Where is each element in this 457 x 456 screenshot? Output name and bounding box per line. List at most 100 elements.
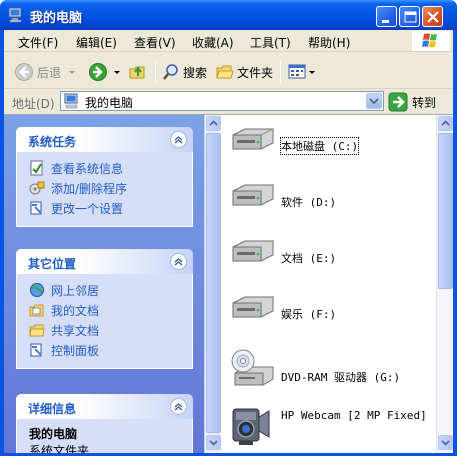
- windows-logo: [412, 31, 450, 51]
- double-chevron-up-icon: [174, 136, 183, 144]
- folder-icon: [216, 65, 234, 79]
- link-label: 我的文档: [51, 303, 100, 318]
- my-documents-link[interactable]: 我的文档: [17, 300, 192, 320]
- up-folder-button[interactable]: [128, 62, 148, 82]
- scroll-down-button[interactable]: [206, 435, 221, 450]
- scroll-down-button[interactable]: [438, 435, 453, 450]
- link-label: 查看系统信息: [51, 161, 124, 176]
- address-dropdown-button[interactable]: [366, 93, 382, 109]
- file-name: 本地磁盘 (C:): [279, 137, 360, 155]
- link-label: 控制面板: [51, 343, 100, 358]
- network-places-link[interactable]: 网上邻居: [17, 280, 192, 300]
- go-label: 转到: [412, 95, 437, 110]
- menu-tools[interactable]: 工具(T): [250, 34, 291, 51]
- file-name: 文档 (E:): [281, 252, 337, 265]
- double-chevron-up-icon: [174, 258, 183, 266]
- view-system-info-link[interactable]: 查看系统信息: [17, 158, 192, 178]
- forward-arrow-icon: [89, 63, 107, 81]
- chevron-down-icon: [114, 71, 120, 74]
- link-label: 网上邻居: [51, 283, 100, 298]
- drive-item[interactable]: DVD-RAM 驱动器 (G:): [229, 347, 436, 393]
- chevron-down-icon: [369, 98, 379, 105]
- menu-file[interactable]: 文件(F): [18, 34, 58, 51]
- drive-item[interactable]: 本地磁盘 (C:): [229, 125, 436, 165]
- scroll-up-button[interactable]: [206, 116, 221, 131]
- system-tasks-body: 查看系统信息 添加/删除程序 更改一个设置: [16, 152, 193, 227]
- double-chevron-up-icon: [174, 403, 183, 411]
- minimize-button[interactable]: [376, 6, 397, 27]
- menu-edit[interactable]: 编辑(E): [76, 34, 117, 51]
- link-label: 添加/删除程序: [51, 181, 128, 196]
- menu-favorites[interactable]: 收藏(A): [192, 34, 234, 51]
- chevron-up-icon: [209, 120, 218, 126]
- other-places-header[interactable]: 其它位置: [16, 249, 193, 274]
- address-value: 我的电脑: [85, 96, 134, 110]
- file-list: 本地磁盘 (C:) 软件 (D:) 文档 (E:) 娱乐 (F:) DVD-RA…: [221, 115, 436, 453]
- close-button[interactable]: [422, 6, 443, 27]
- search-button[interactable]: 搜索: [162, 62, 207, 82]
- change-setting-link[interactable]: 更改一个设置: [17, 198, 192, 218]
- add-remove-programs-link[interactable]: 添加/删除程序: [17, 178, 192, 198]
- scroll-thumb[interactable]: [438, 133, 453, 289]
- collapse-button[interactable]: [170, 131, 187, 148]
- task-pane-scrollbar[interactable]: [204, 115, 221, 453]
- group-title: 系统任务: [28, 135, 77, 149]
- menu-help[interactable]: 帮助(H): [308, 34, 350, 51]
- details-header[interactable]: 详细信息: [16, 394, 193, 419]
- views-button[interactable]: [288, 62, 316, 82]
- back-label: 后退: [37, 65, 62, 80]
- hard-drive-icon: [232, 184, 274, 206]
- other-places-group: 其它位置 网上邻居 我的文档 共享文档 控制面板: [16, 249, 193, 369]
- close-icon: [427, 11, 439, 23]
- task-pane: 系统任务 查看系统信息 添加/删除程序 更改一个设置 其它位置 网上邻居 我的文…: [4, 115, 204, 453]
- window: 我的电脑 文件(F) 编辑(E) 查看(V) 收藏(A) 工具(T) 帮助(H): [0, 0, 457, 456]
- scroll-thumb[interactable]: [206, 133, 221, 433]
- collapse-button[interactable]: [170, 253, 187, 270]
- other-places-body: 网上邻居 我的文档 共享文档 控制面板: [16, 274, 193, 369]
- hard-drive-icon: [232, 296, 274, 318]
- group-title: 其它位置: [28, 257, 77, 271]
- go-arrow-icon: [388, 92, 408, 112]
- address-input[interactable]: 我的电脑: [60, 91, 384, 111]
- maximize-button[interactable]: [399, 6, 420, 27]
- system-info-icon: [30, 160, 43, 176]
- drive-item[interactable]: 软件 (D:): [229, 181, 436, 221]
- drive-item[interactable]: 娱乐 (F:): [229, 293, 436, 333]
- control-panel-link[interactable]: 控制面板: [17, 340, 192, 360]
- details-type: 系统文件夹: [29, 444, 90, 453]
- go-button[interactable]: 转到: [388, 92, 436, 112]
- forward-button[interactable]: [88, 62, 122, 82]
- camera-item[interactable]: HP Webcam [2 MP Fixed]: [229, 403, 436, 449]
- network-globe-icon: [30, 283, 44, 297]
- title-bar[interactable]: 我的电脑: [0, 0, 457, 30]
- toolbar: 后退 搜索 文件夹: [4, 53, 453, 89]
- shared-documents-link[interactable]: 共享文档: [17, 320, 192, 340]
- file-list-scrollbar[interactable]: [436, 115, 453, 453]
- my-computer-icon: [64, 93, 78, 109]
- file-name: 软件 (D:): [281, 196, 337, 209]
- menu-view[interactable]: 查看(V): [134, 34, 176, 51]
- link-label: 共享文档: [51, 323, 100, 338]
- webcam-icon: [232, 408, 270, 445]
- group-title: 详细信息: [28, 402, 77, 416]
- search-label: 搜索: [183, 65, 208, 80]
- back-arrow-icon: [15, 63, 33, 81]
- windows-flag-icon: [422, 33, 437, 48]
- file-name: 娱乐 (F:): [281, 308, 337, 321]
- control-panel-icon: [30, 201, 42, 215]
- documents-folder-icon: [29, 304, 44, 317]
- file-name: DVD-RAM 驱动器 (G:): [281, 371, 401, 384]
- folders-button[interactable]: 文件夹: [216, 62, 273, 82]
- hard-drive-icon: [232, 240, 274, 262]
- back-button[interactable]: 后退: [14, 62, 77, 82]
- hard-drive-icon: [232, 128, 274, 150]
- folder-icon: [29, 324, 45, 337]
- system-tasks-header[interactable]: 系统任务: [16, 127, 193, 152]
- address-bar: 地址(D) 我的电脑 转到: [4, 90, 453, 114]
- scroll-up-button[interactable]: [438, 116, 453, 131]
- details-group: 详细信息 我的电脑 系统文件夹: [16, 394, 193, 453]
- address-label: 地址(D): [12, 97, 55, 111]
- collapse-button[interactable]: [170, 398, 187, 415]
- drive-item[interactable]: 文档 (E:): [229, 237, 436, 277]
- toolbar-separator: [155, 61, 156, 83]
